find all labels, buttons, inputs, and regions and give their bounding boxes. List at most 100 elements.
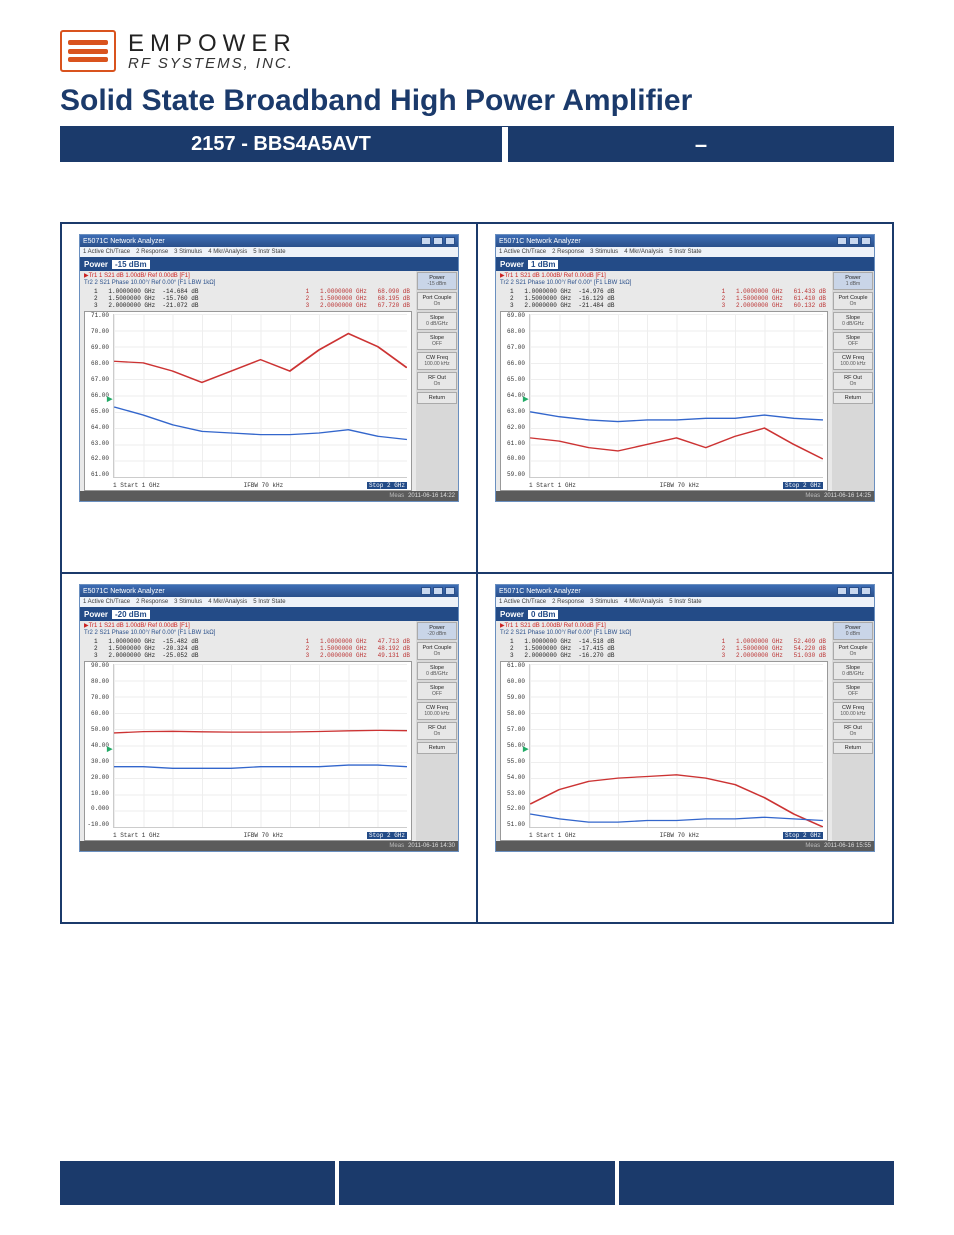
na-menubar: 1 Active Ch/Trace 2 Response 3 Stimulus 4 M… (496, 247, 874, 257)
menu-item[interactable]: 5 Instr State (669, 599, 701, 605)
side-button[interactable]: Slope0 dB/GHz (417, 312, 457, 330)
side-button[interactable]: CW Freq100.00 kHz (833, 352, 873, 370)
trace-header: ▶Tr1 1 S21 dB 1.00dB/ Ref 0.00dB [F1]Tr2… (496, 621, 832, 637)
menu-item[interactable]: 1 Active Ch/Trace (83, 599, 130, 605)
menu-item[interactable]: 3 Stimulus (174, 249, 202, 255)
power-row: Power0 dBm (496, 607, 874, 621)
plot-area (113, 664, 407, 828)
power-row: Power -15 dBm (80, 257, 458, 271)
power-value[interactable]: -15 dBm (112, 260, 150, 269)
side-button[interactable]: CW Freq100.00 kHz (833, 702, 873, 720)
menu-item[interactable]: 2 Response (136, 249, 168, 255)
minimize-icon[interactable] (837, 237, 847, 245)
analyzer-plot: 71.0070.0069.0068.0067.0066.0065.0064.00… (84, 311, 412, 491)
close-icon[interactable] (861, 237, 871, 245)
na-titlebar: E5071C Network Analyzer (80, 585, 458, 597)
side-button[interactable]: SlopeOFF (417, 682, 457, 700)
na-titlebar: E5071C Network Analyzer (496, 235, 874, 247)
status-bar: Meas2011-06-16 14:25 (496, 491, 874, 501)
trace-line (114, 731, 407, 734)
side-button[interactable]: Slope0 dB/GHz (833, 312, 873, 330)
menu-item[interactable]: 5 Instr State (669, 249, 701, 255)
marker-table: 1 1.0000000 GHz -14.684 dB2 1.5000000 GH… (80, 287, 416, 309)
side-button[interactable]: Return (833, 392, 873, 404)
power-label: Power (84, 260, 108, 269)
menu-item[interactable]: 2 Response (136, 599, 168, 605)
plot-area (529, 664, 823, 828)
na-menubar: 1 Active Ch/Trace 2 Response 3 Stimulus 4 M… (80, 597, 458, 607)
analyzer-plot: 61.0060.0059.0058.0057.0056.0055.0054.00… (500, 661, 828, 841)
menu-item[interactable]: 3 Stimulus (174, 599, 202, 605)
side-panel: Power0 dBm Port CoupleOn Slope0 dB/GHz Slop… (832, 621, 874, 841)
menu-item[interactable]: 3 Stimulus (590, 249, 618, 255)
menu-item[interactable]: 4 Mkr/Analysis (624, 249, 663, 255)
na-titlebar: E5071C Network Analyzer (80, 235, 458, 247)
maximize-icon[interactable] (849, 587, 859, 595)
side-button[interactable]: RF OutOn (417, 722, 457, 740)
close-icon[interactable] (861, 587, 871, 595)
minimize-icon[interactable] (421, 587, 431, 595)
cell-0: E5071C Network Analyzer1 Active Ch/Trace… (61, 223, 477, 573)
side-button[interactable]: Power0 dBm (833, 622, 873, 640)
side-button[interactable]: Slope0 dB/GHz (417, 662, 457, 680)
menu-item[interactable]: 4 Mkr/Analysis (624, 599, 663, 605)
maximize-icon[interactable] (433, 237, 443, 245)
ref-marker-icon: ▶ (107, 395, 112, 403)
side-button[interactable]: Port CoupleOn (417, 642, 457, 660)
side-button[interactable]: Return (417, 392, 457, 404)
side-button[interactable]: CW Freq100.00 kHz (417, 702, 457, 720)
side-button[interactable]: Return (833, 742, 873, 754)
power-value[interactable]: 1 dBm (528, 260, 558, 269)
power-value[interactable]: 0 dBm (528, 610, 558, 619)
trace-line (114, 765, 407, 768)
close-icon[interactable] (445, 587, 455, 595)
minimize-icon[interactable] (421, 237, 431, 245)
side-button[interactable]: Port CoupleOn (833, 642, 873, 660)
side-button[interactable]: SlopeOFF (833, 682, 873, 700)
trace-header: ▶Tr1 1 S21 dB 1.00dB/ Ref 0.00dB [F1]Tr2… (80, 621, 416, 637)
banner-dash: – (695, 132, 707, 158)
network-analyzer-window: E5071C Network Analyzer1 Active Ch/Trace… (495, 584, 875, 852)
menu-item[interactable]: 4 Mkr/Analysis (208, 249, 247, 255)
trace-line (114, 407, 407, 440)
close-icon[interactable] (445, 237, 455, 245)
side-button[interactable]: Power-15 dBm (417, 272, 457, 290)
x-axis: 1 Start 1 GHzIFBW 70 kHzStop 2 GHz (529, 830, 823, 840)
axis-label: 1 Start 1 GHz (529, 482, 576, 489)
menu-item[interactable]: 1 Active Ch/Trace (499, 249, 546, 255)
side-button[interactable]: RF OutOn (833, 372, 873, 390)
side-button[interactable]: SlopeOFF (417, 332, 457, 350)
menu-item[interactable]: 1 Active Ch/Trace (499, 599, 546, 605)
side-button[interactable]: RF OutOn (833, 722, 873, 740)
maximize-icon[interactable] (849, 237, 859, 245)
side-button[interactable]: Power-20 dBm (417, 622, 457, 640)
menu-item[interactable]: 5 Instr State (253, 599, 285, 605)
menu-item[interactable]: 5 Instr State (253, 249, 285, 255)
side-button[interactable]: Port CoupleOn (417, 292, 457, 310)
side-button[interactable]: CW Freq100.00 kHz (417, 352, 457, 370)
trace-line (530, 775, 823, 827)
marker-table: 1 1.0000000 GHz -15.482 dB2 1.5000000 GH… (80, 637, 416, 659)
logo: EMPOWER RF SYSTEMS, INC. (60, 30, 894, 72)
side-button[interactable]: Port CoupleOn (833, 292, 873, 310)
logo-mark (60, 30, 116, 72)
menu-item[interactable]: 2 Response (552, 599, 584, 605)
side-button[interactable]: SlopeOFF (833, 332, 873, 350)
side-button[interactable]: Slope0 dB/GHz (833, 662, 873, 680)
model-number: 2157 - BBS4A5AVT (60, 127, 502, 162)
maximize-icon[interactable] (433, 587, 443, 595)
menu-item[interactable]: 2 Response (552, 249, 584, 255)
menu-item[interactable]: 4 Mkr/Analysis (208, 599, 247, 605)
na-menubar: 1 Active Ch/Trace 2 Response 3 Stimulus 4 M… (80, 247, 458, 257)
power-value[interactable]: -20 dBm (112, 610, 150, 619)
side-button[interactable]: Power1 dBm (833, 272, 873, 290)
side-button[interactable]: RF OutOn (417, 372, 457, 390)
menu-item[interactable]: 3 Stimulus (590, 599, 618, 605)
logo-line2: RF SYSTEMS, INC. (128, 56, 297, 71)
minimize-icon[interactable] (837, 587, 847, 595)
network-analyzer-window: E5071C Network Analyzer1 Active Ch/Trace… (79, 234, 459, 502)
side-button[interactable]: Return (417, 742, 457, 754)
power-label: Power (84, 610, 108, 619)
menu-item[interactable]: 1 Active Ch/Trace (83, 249, 130, 255)
side-panel: Power1 dBm Port CoupleOn Slope0 dB/GHz Slop… (832, 271, 874, 491)
